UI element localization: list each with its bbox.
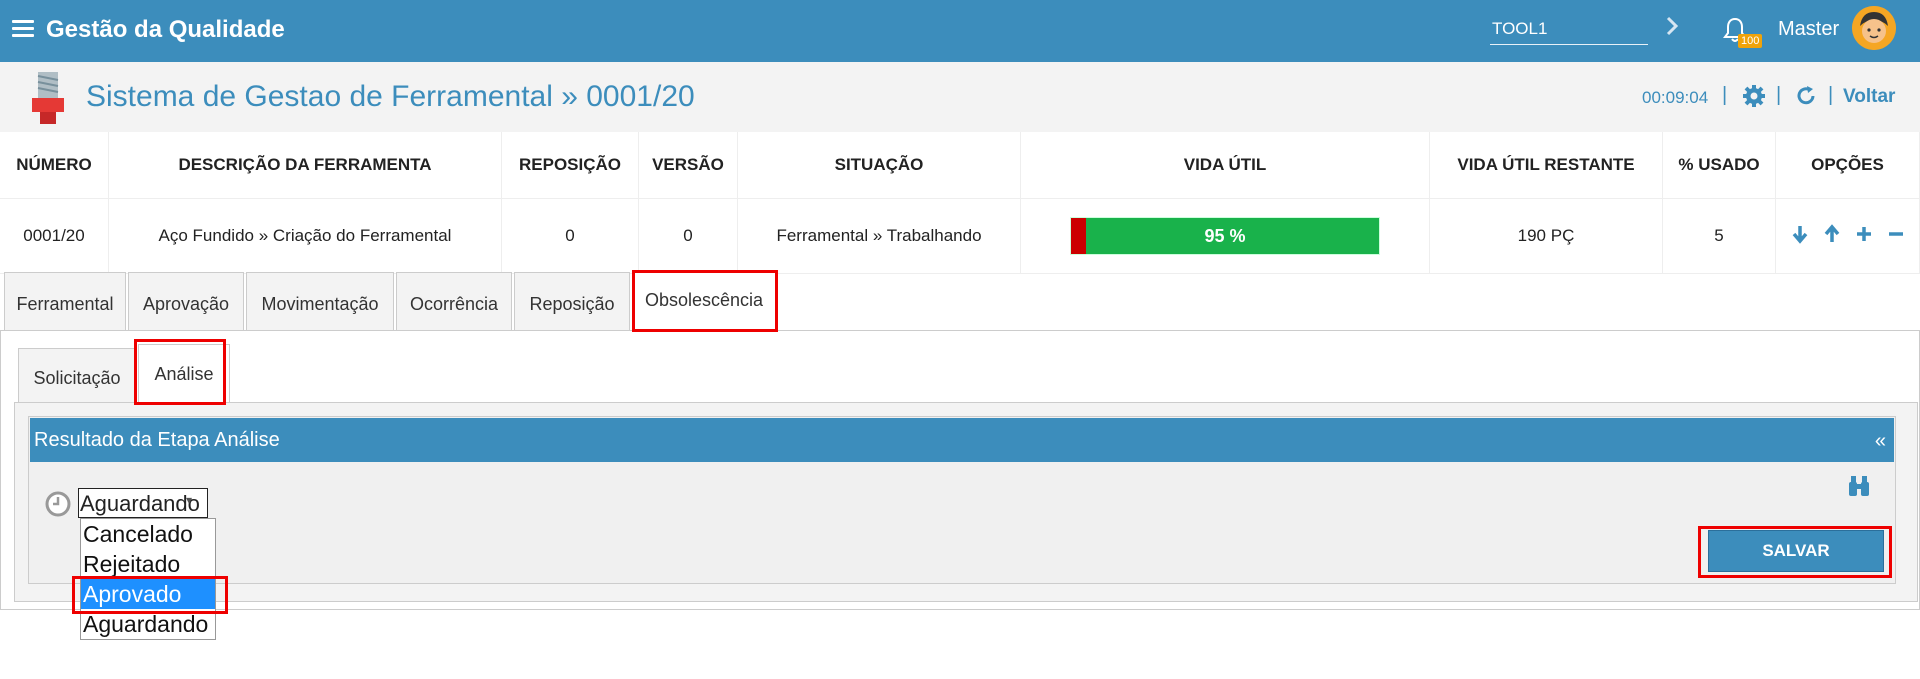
col-header-versao: VERSÃO: [638, 132, 738, 199]
avatar[interactable]: [1852, 6, 1896, 50]
chevron-down-icon[interactable]: ▾: [186, 493, 192, 507]
col-header-situacao: SITUAÇÃO: [737, 132, 1021, 199]
menu-icon[interactable]: [12, 20, 34, 38]
app-title: Gestão da Qualidade: [46, 16, 285, 43]
separator: |: [1828, 84, 1834, 106]
clock-icon: [45, 491, 71, 517]
sub-tabs: Solicitação Análise: [14, 344, 1914, 402]
plus-icon[interactable]: [1854, 224, 1874, 244]
page-title: Sistema de Gestao de Ferramental » 0001/…: [86, 80, 695, 113]
subtab-solicitacao[interactable]: Solicitação: [18, 348, 136, 402]
col-header-descricao: DESCRIÇÃO DA FERRAMENTA: [108, 132, 502, 199]
result-title: Resultado da Etapa Análise: [34, 429, 280, 451]
tab-ferramental[interactable]: Ferramental: [4, 272, 126, 330]
col-header-vida-util: VIDA ÚTIL: [1020, 132, 1430, 199]
col-header-reposicao: REPOSIÇÃO: [501, 132, 639, 199]
arrow-down-icon[interactable]: [1790, 224, 1810, 244]
option-rejeitado[interactable]: Rejeitado: [81, 549, 215, 579]
highlight-subtab-analise: [134, 339, 226, 405]
top-bar: Gestão da Qualidade 100 Master: [0, 0, 1920, 62]
option-cancelado[interactable]: Cancelado: [81, 519, 215, 549]
life-progress-bar: 95 %: [1070, 217, 1380, 255]
cell-descricao: Aço Fundido » Criação do Ferramental: [108, 198, 502, 274]
tool-table: NÚMERO DESCRIÇÃO DA FERRAMENTA REPOSIÇÃO…: [0, 132, 1920, 274]
cell-vida-restante: 190 PÇ: [1429, 198, 1663, 274]
col-header-opcoes: OPÇÕES: [1775, 132, 1920, 199]
tab-aprovacao[interactable]: Aprovação: [128, 272, 244, 330]
main-tabs: Ferramental Aprovação Movimentação Ocorr…: [0, 270, 1920, 332]
minus-icon[interactable]: [1886, 224, 1906, 244]
cell-usado: 5: [1662, 198, 1776, 274]
cell-opcoes: [1775, 198, 1920, 274]
user-name[interactable]: Master: [1778, 18, 1839, 41]
arrow-up-icon[interactable]: [1822, 223, 1842, 244]
table-header-row: NÚMERO DESCRIÇÃO DA FERRAMENTA REPOSIÇÃO…: [0, 132, 1920, 199]
tab-movimentacao[interactable]: Movimentação: [246, 272, 394, 330]
highlight-option-aprovado: [72, 576, 228, 614]
search-input[interactable]: [1490, 14, 1648, 45]
cell-numero: 0001/20: [0, 198, 109, 274]
chevron-right-icon[interactable]: [1662, 14, 1682, 38]
session-timer: 00:09:04: [1642, 88, 1709, 107]
back-link[interactable]: Voltar: [1843, 86, 1895, 108]
gear-icon[interactable]: [1742, 84, 1766, 108]
col-header-vida-restante: VIDA ÚTIL RESTANTE: [1429, 132, 1663, 199]
binoculars-icon[interactable]: [1846, 474, 1872, 498]
refresh-icon[interactable]: [1794, 84, 1818, 108]
table-row: 0001/20 Aço Fundido » Criação do Ferrame…: [0, 198, 1920, 274]
separator: |: [1776, 84, 1782, 106]
cell-reposicao: 0: [501, 198, 639, 274]
tab-ocorrencia[interactable]: Ocorrência: [396, 272, 512, 330]
collapse-icon[interactable]: «: [1875, 430, 1886, 453]
col-header-usado: % USADO: [1662, 132, 1776, 199]
tool-logo-icon: [32, 72, 64, 124]
page-header: Sistema de Gestao de Ferramental » 0001/…: [0, 62, 1920, 132]
cell-versao: 0: [638, 198, 738, 274]
separator: |: [1722, 84, 1728, 106]
cell-vida-util: 95 %: [1020, 198, 1430, 274]
col-header-numero: NÚMERO: [0, 132, 109, 199]
notification-badge: 100: [1738, 34, 1763, 48]
result-header: Resultado da Etapa Análise «: [30, 418, 1894, 462]
cell-situacao: Ferramental » Trabalhando: [737, 198, 1021, 274]
highlight-tab-obsolescencia: [632, 270, 778, 332]
life-progress-label: 95 %: [1204, 226, 1246, 246]
highlight-save-button: [1698, 526, 1892, 578]
tab-reposicao[interactable]: Reposição: [514, 272, 630, 330]
